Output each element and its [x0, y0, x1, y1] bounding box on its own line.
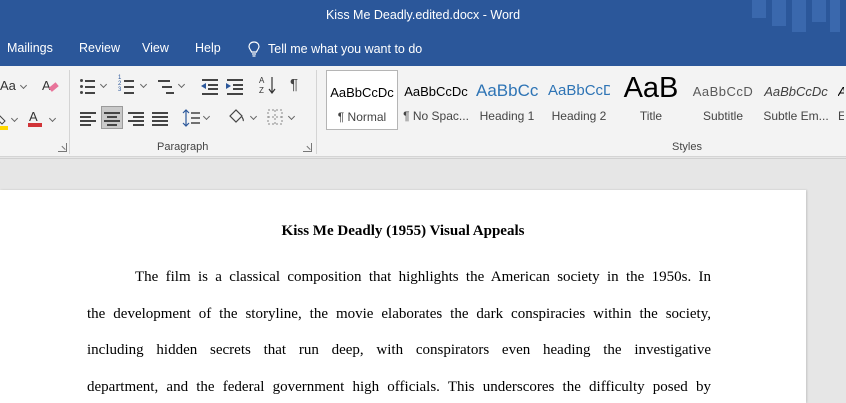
decrease-indent-icon[interactable] [201, 76, 221, 96]
style-label: ¶ Normal [337, 110, 387, 124]
tab-view[interactable]: View [142, 41, 169, 55]
document-paragraph: The film is a classical composition that… [87, 269, 711, 403]
svg-text:A: A [42, 78, 51, 93]
style-label: Title [639, 109, 663, 123]
align-center-icon[interactable] [101, 106, 123, 129]
lightbulb-icon [248, 41, 260, 57]
style-no-spacing[interactable]: AaBbCcDc ¶ No Spac... [403, 70, 469, 130]
style-preview: AaBbCcD [548, 82, 610, 99]
document-title: Kiss Me Deadly (1955) Visual Appeals [281, 223, 525, 239]
increase-indent-icon[interactable] [226, 76, 246, 96]
align-left-icon[interactable] [79, 108, 99, 128]
title-bar: Kiss Me Deadly.edited.docx - Word [0, 0, 846, 32]
ribbon-tabs: Mailings Review View Help Tell me what y… [0, 32, 846, 66]
style-subtle-emphasis[interactable]: AaBbCcDc Subtle Em... [762, 70, 830, 130]
bullets-icon[interactable] [79, 76, 99, 96]
font-color-icon[interactable]: A [26, 108, 46, 128]
chevron-down-icon [287, 112, 296, 121]
numbering-icon[interactable]: 1 2 3 [118, 75, 138, 96]
svg-text:A: A [259, 76, 265, 85]
title-bar-decoration [792, 0, 806, 32]
tell-me-label: Tell me what you want to do [268, 42, 423, 56]
svg-text:Z: Z [259, 86, 264, 95]
style-preview: AaBbCcDc [330, 85, 394, 100]
chevron-down-icon [177, 80, 186, 89]
style-label: E [838, 109, 844, 123]
group-separator [316, 70, 317, 154]
tab-mailings[interactable]: Mailings [7, 41, 53, 55]
change-case-button[interactable]: Aa [0, 78, 16, 93]
window-title: Kiss Me Deadly.edited.docx - Word [325, 8, 521, 22]
style-normal[interactable]: AaBbCcDc ¶ Normal [326, 70, 398, 130]
style-label: Heading 1 [479, 109, 535, 123]
chevron-down-icon [48, 114, 57, 123]
align-right-icon[interactable] [127, 108, 147, 128]
shading-icon[interactable] [227, 107, 247, 127]
style-emphasis[interactable]: A E [838, 70, 844, 130]
chevron-down-icon [202, 112, 211, 121]
style-preview: AaBbCcDc [404, 84, 468, 99]
borders-icon[interactable] [266, 108, 286, 128]
clear-formatting-icon[interactable]: A [40, 76, 60, 96]
style-heading-2[interactable]: AaBbCcD Heading 2 [548, 70, 610, 130]
svg-text:A: A [29, 109, 38, 124]
chevron-down-icon [249, 112, 258, 121]
paragraph-line: The film is a classical composition that… [135, 269, 711, 285]
tell-me-box[interactable]: Tell me what you want to do [248, 41, 422, 57]
style-subtitle[interactable]: AaBbCcD Subtitle [692, 70, 754, 130]
style-label: Subtle Em... [763, 109, 829, 123]
group-separator [69, 70, 70, 154]
paragraph-line: department, and the federal government h… [87, 378, 711, 395]
style-preview: AaB [623, 72, 679, 104]
text-highlight-icon[interactable] [0, 110, 10, 130]
font-dialog-launcher-icon[interactable] [58, 143, 67, 152]
document-page[interactable]: Kiss Me Deadly (1955) Visual Appeals The… [0, 190, 806, 403]
paragraph-line: the development of the storyline, the mo… [87, 305, 711, 322]
styles-gallery: AaBbCcDc ¶ Normal AaBbCcDc ¶ No Spac... … [324, 70, 844, 132]
line-spacing-icon[interactable] [182, 108, 202, 128]
style-preview: AaBbCc [476, 81, 538, 100]
styles-group-label: Styles [672, 141, 702, 153]
title-bar-decoration [752, 0, 766, 18]
title-bar-decoration [772, 0, 786, 26]
paragraph-line: including hidden secrets that run deep, … [87, 342, 711, 358]
chevron-down-icon [99, 80, 108, 89]
chevron-down-icon [19, 81, 28, 90]
show-formatting-marks-icon[interactable]: ¶ [290, 76, 298, 93]
style-title[interactable]: AaB Title [618, 70, 684, 130]
document-canvas-margin [806, 190, 846, 403]
paragraph-dialog-launcher-icon[interactable] [303, 143, 312, 152]
chevron-down-icon [139, 80, 148, 89]
title-bar-decoration [830, 0, 840, 32]
sort-icon[interactable]: A Z [258, 75, 278, 95]
style-preview: AaBbCcD [692, 84, 754, 99]
document-canvas [0, 158, 846, 190]
style-preview: AaBbCcDc [764, 84, 828, 99]
style-label: ¶ No Spac... [403, 109, 469, 123]
style-label: Heading 2 [551, 109, 607, 123]
title-bar-decoration [812, 0, 826, 22]
tab-review[interactable]: Review [79, 41, 120, 55]
chevron-down-icon [10, 114, 19, 123]
style-heading-1[interactable]: AaBbCc Heading 1 [476, 70, 538, 130]
justify-icon[interactable] [151, 108, 171, 128]
paragraph-group-label: Paragraph [157, 141, 209, 153]
style-label: Subtitle [702, 109, 744, 123]
style-preview: A [838, 84, 844, 99]
multilevel-list-icon[interactable] [157, 76, 177, 96]
tab-help[interactable]: Help [195, 41, 221, 55]
